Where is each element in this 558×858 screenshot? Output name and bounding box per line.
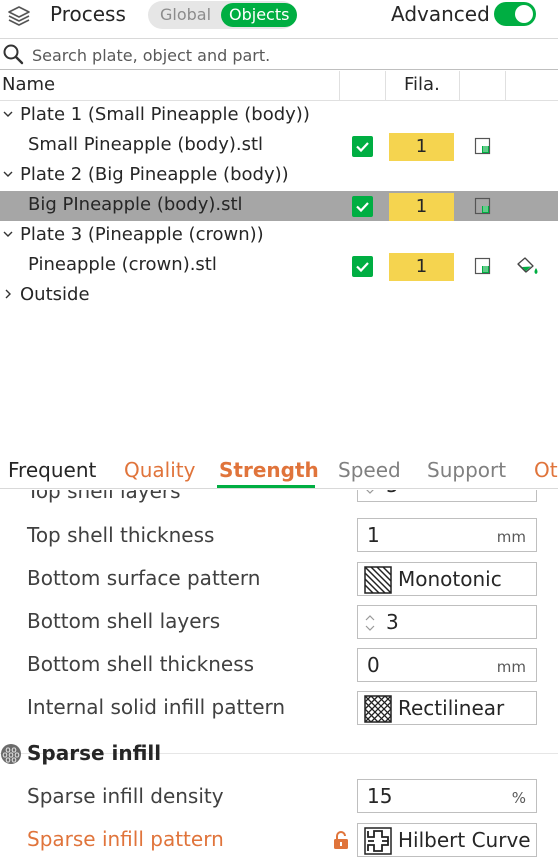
objects-option[interactable]: Objects <box>221 3 298 27</box>
spinner-arrows-icon[interactable] <box>361 609 379 637</box>
bottom-shell-layers-label: Bottom shell layers <box>27 609 221 633</box>
tab-others[interactable]: Ot <box>534 458 558 482</box>
advanced-toggle[interactable] <box>494 2 536 26</box>
process-title: Process <box>50 2 126 26</box>
rectilinear-pattern-icon <box>364 695 392 723</box>
chevron-down-icon[interactable] <box>2 108 14 120</box>
settings-tabs: Frequent Quality Strength Speed Support … <box>0 455 558 489</box>
column-name-header[interactable]: Name <box>2 74 55 95</box>
internal-solid-infill-select[interactable]: Rectilinear <box>357 691 537 725</box>
chevron-right-icon[interactable] <box>2 288 14 300</box>
plate-label: Plate 3 (Pineapple (crown)) <box>20 224 264 245</box>
sparse-infill-heading: Sparse infill <box>27 741 162 765</box>
column-divider <box>385 71 386 101</box>
bottom-shell-thickness-field[interactable]: 0 mm <box>357 648 537 682</box>
object-label: Pineapple (crown).stl <box>28 254 217 275</box>
honeycomb-icon <box>1 744 21 764</box>
bottom-shell-layers-value: 3 <box>386 610 399 634</box>
hilbert-curve-pattern-icon <box>364 827 392 855</box>
toggle-knob <box>515 5 533 23</box>
object-list-header: Name Fila. <box>0 71 558 101</box>
search-input[interactable] <box>32 43 532 67</box>
filament-selector[interactable]: 1 <box>389 193 454 221</box>
paint-bucket-icon[interactable] <box>514 255 540 277</box>
global-objects-switch[interactable]: Global Objects <box>148 1 298 29</box>
tab-frequent[interactable]: Frequent <box>8 458 96 482</box>
sparse-infill-pattern-value: Hilbert Curve <box>398 828 531 852</box>
tree-row-object[interactable]: Pineapple (crown).stl 1 <box>0 251 558 281</box>
tab-quality[interactable]: Quality <box>124 458 195 482</box>
outside-label: Outside <box>20 284 90 305</box>
top-shell-layers-value: 5 <box>386 490 399 497</box>
monotonic-pattern-icon <box>364 566 392 594</box>
bottom-shell-layers-field[interactable]: 3 <box>357 605 537 639</box>
sparse-infill-density-field[interactable]: 15 % <box>357 779 537 813</box>
column-divider <box>459 71 460 101</box>
object-label: Big PIneapple (body).stl <box>28 194 243 215</box>
top-shell-thickness-field[interactable]: 1 mm <box>357 518 537 552</box>
internal-solid-infill-label: Internal solid infill pattern <box>27 695 286 719</box>
column-filament-header[interactable]: Fila. <box>404 74 440 95</box>
plate-label: Plate 2 (Big Pineapple (body)) <box>20 164 289 185</box>
sparse-infill-density-value: 15 <box>367 784 393 808</box>
column-divider <box>505 71 506 101</box>
bottom-surface-pattern-label: Bottom surface pattern <box>27 566 261 590</box>
tab-strength[interactable]: Strength <box>219 458 319 482</box>
process-header: Process Global Objects Advanced <box>0 0 558 36</box>
sparse-infill-pattern-label: Sparse infill pattern <box>27 827 224 851</box>
unit-label: mm <box>496 528 526 546</box>
visible-checkbox[interactable] <box>352 136 373 157</box>
check-icon <box>356 202 369 213</box>
active-tab-indicator <box>217 485 315 488</box>
tree-row-plate-2[interactable]: Plate 2 (Big Pineapple (body)) <box>0 161 558 191</box>
edit-settings-icon[interactable] <box>473 196 493 216</box>
top-shell-thickness-label: Top shell thickness <box>27 523 215 547</box>
bottom-surface-pattern-select[interactable]: Monotonic <box>357 562 537 596</box>
bottom-shell-thickness-value: 0 <box>367 653 380 677</box>
bottom-shell-thickness-label: Bottom shell thickness <box>27 652 255 676</box>
global-option[interactable]: Global <box>160 5 211 24</box>
filament-selector[interactable]: 1 <box>389 133 454 161</box>
tree-row-plate-1[interactable]: Plate 1 (Small Pineapple (body)) <box>0 101 558 131</box>
tree-row-outside[interactable]: Outside <box>0 281 558 311</box>
top-shell-thickness-value: 1 <box>367 523 380 547</box>
chevron-down-icon[interactable] <box>2 168 14 180</box>
sparse-infill-density-label: Sparse infill density <box>27 784 224 808</box>
object-label: Small Pineapple (body).stl <box>28 134 264 155</box>
unit-label: % <box>511 789 526 807</box>
chevron-down-icon[interactable] <box>2 228 14 240</box>
unit-label: mm <box>496 658 526 676</box>
sparse-infill-section-header: Sparse infill <box>0 740 558 770</box>
check-icon <box>356 142 369 153</box>
check-icon <box>356 262 369 273</box>
tab-speed[interactable]: Speed <box>338 458 401 482</box>
search-bar <box>0 38 558 70</box>
column-divider <box>339 71 340 101</box>
edit-settings-icon[interactable] <box>473 256 493 276</box>
plate-label: Plate 1 (Small Pineapple (body)) <box>20 104 310 125</box>
bottom-surface-pattern-value: Monotonic <box>398 567 502 591</box>
top-shell-layers-label: Top shell layers <box>27 490 181 503</box>
sparse-infill-pattern-select[interactable]: Hilbert Curve <box>357 823 537 857</box>
filament-selector[interactable]: 1 <box>389 253 454 281</box>
visible-checkbox[interactable] <box>352 196 373 217</box>
search-icon <box>3 44 24 65</box>
unlocked-icon[interactable] <box>333 830 349 850</box>
advanced-label: Advanced <box>391 2 490 26</box>
tab-support[interactable]: Support <box>427 458 506 482</box>
edit-settings-icon[interactable] <box>473 136 493 156</box>
internal-solid-infill-value: Rectilinear <box>398 696 505 720</box>
settings-panel: Top shell layers 5 Top shell thickness 1… <box>0 490 558 858</box>
visible-checkbox[interactable] <box>352 256 373 277</box>
tree-row-object[interactable]: Small Pineapple (body).stl 1 <box>0 131 558 161</box>
layers-icon <box>8 6 30 26</box>
tree-row-object-selected[interactable]: Big PIneapple (body).stl 1 <box>0 191 558 221</box>
spinner-arrows-icon[interactable] <box>361 490 379 500</box>
tree-row-plate-3[interactable]: Plate 3 (Pineapple (crown)) <box>0 221 558 251</box>
top-shell-layers-field[interactable]: 5 <box>357 490 537 502</box>
